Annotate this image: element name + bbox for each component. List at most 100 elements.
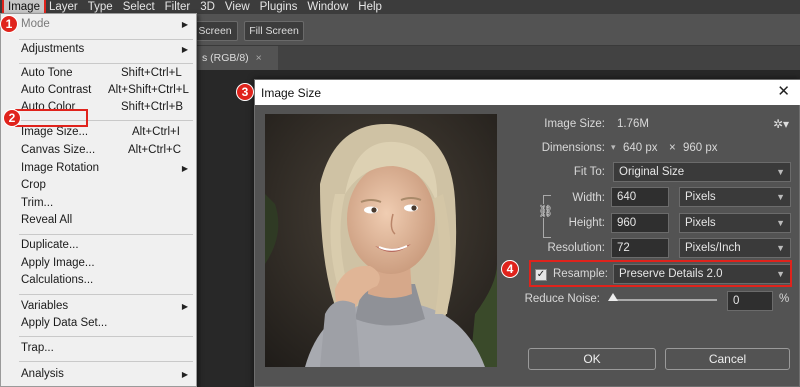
menu-item-calculations[interactable]: Calculations...	[1, 272, 196, 289]
menu-item-analysis[interactable]: Analysis ▶	[1, 366, 196, 383]
image-size-value: 1.76M	[617, 118, 649, 130]
menu-item-auto-contrast[interactable]: Auto Contrast Alt+Shift+Ctrl+L	[1, 82, 196, 99]
height-unit-value: Pixels	[685, 217, 716, 229]
resolution-input[interactable]: 72	[611, 238, 669, 258]
menu-item-label: Apply Data Set...	[21, 317, 108, 329]
fit-to-select[interactable]: Original Size ▼	[613, 162, 791, 182]
menu-item-label: Trim...	[21, 197, 54, 209]
menu-item-trim[interactable]: Trim...	[1, 195, 196, 212]
menu-item-label: Image Size...	[21, 126, 89, 138]
menu-separator	[19, 234, 193, 235]
menu-item-label: Calculations...	[21, 274, 94, 286]
submenu-arrow-icon: ▶	[181, 20, 188, 29]
width-label: Width:	[572, 192, 605, 204]
chain-link-icon[interactable]: ⛓	[538, 204, 554, 218]
image-size-dialog: Image Size ✕ Image Size: 1.76M ✲▾ Dimens…	[254, 79, 800, 387]
menu-layer[interactable]: Layer	[44, 0, 83, 14]
width-unit-value: Pixels	[685, 191, 716, 203]
dimensions-label: Dimensions:	[541, 142, 605, 154]
menu-item-label: Analysis	[21, 368, 64, 380]
menu-separator	[19, 39, 193, 40]
reduce-noise-slider-handle[interactable]	[608, 293, 618, 301]
step-badge-2: 2	[3, 109, 21, 127]
menu-item-auto-tone[interactable]: Auto Tone Shift+Ctrl+L	[1, 65, 196, 82]
menu-item-image-rotation[interactable]: Image Rotation ▶	[1, 160, 196, 177]
dimensions-width: 640 px	[623, 142, 658, 154]
width-input[interactable]: 640	[611, 187, 669, 207]
menu-item-variables[interactable]: Variables ▶	[1, 298, 196, 315]
resolution-unit-select[interactable]: Pixels/Inch ▼	[679, 238, 791, 258]
menu-separator	[19, 336, 193, 337]
menu-item-canvas-size[interactable]: Canvas Size... Alt+Ctrl+C	[1, 142, 196, 159]
menu-bar: Image Layer Type Select Filter 3D View P…	[0, 0, 800, 16]
menu-item-apply-data-set[interactable]: Apply Data Set...	[1, 315, 196, 332]
resolution-unit-value: Pixels/Inch	[685, 242, 741, 254]
menu-item-label: Image Rotation	[21, 162, 99, 174]
menu-item-reveal-all[interactable]: Reveal All	[1, 212, 196, 229]
menu-item-adjustments[interactable]: Adjustments ▶	[1, 41, 196, 58]
reduce-noise-unit: %	[779, 293, 790, 305]
menu-item-label: Apply Image...	[21, 257, 95, 269]
gear-icon[interactable]: ✲▾	[773, 117, 789, 131]
menu-item-label: Mode	[21, 18, 50, 30]
width-unit-select[interactable]: Pixels ▼	[679, 187, 791, 207]
document-tab[interactable]: s (RGB/8) ×	[196, 46, 278, 70]
menu-separator	[19, 63, 193, 64]
menu-item-label: Duplicate...	[21, 239, 79, 251]
menu-image[interactable]: Image	[2, 0, 46, 16]
menu-item-mode[interactable]: Mode ▶	[1, 16, 196, 33]
cancel-button[interactable]: Cancel	[665, 348, 790, 370]
submenu-arrow-icon: ▶	[181, 164, 188, 173]
height-input[interactable]: 960	[611, 213, 669, 233]
fill-screen-button[interactable]: Fill Screen	[244, 21, 304, 41]
tab-close-icon[interactable]: ×	[256, 52, 262, 64]
menu-help[interactable]: Help	[353, 0, 387, 14]
menu-item-label: Crop	[21, 179, 46, 191]
image-size-label: Image Size:	[544, 118, 605, 130]
menu-3d[interactable]: 3D	[195, 0, 220, 14]
menu-select[interactable]: Select	[118, 0, 160, 14]
menu-item-label: Trap...	[21, 342, 54, 354]
height-unit-select[interactable]: Pixels ▼	[679, 213, 791, 233]
screen-button[interactable]: Screen	[192, 21, 238, 41]
dimensions-height: 960 px	[683, 142, 718, 154]
dimensions-x: ×	[669, 142, 676, 154]
menu-item-label: Auto Contrast	[21, 84, 92, 96]
menu-separator	[19, 294, 193, 295]
menu-window[interactable]: Window	[302, 0, 353, 14]
document-tab-title: s (RGB/8)	[202, 52, 249, 64]
resolution-label: Resolution:	[547, 242, 605, 254]
dimensions-dropdown-icon[interactable]: ▾	[611, 142, 616, 153]
menu-filter[interactable]: Filter	[160, 0, 196, 14]
chevron-down-icon: ▼	[776, 218, 785, 228]
portrait-photo	[265, 114, 497, 367]
chevron-down-icon: ▼	[776, 167, 785, 177]
shortcut-label: Alt+Ctrl+C	[128, 144, 182, 156]
reduce-noise-slider-track[interactable]	[611, 299, 717, 301]
dialog-titlebar: Image Size ✕	[255, 80, 800, 105]
reduce-noise-label: Reduce Noise:	[524, 293, 600, 305]
menu-item-apply-image[interactable]: Apply Image...	[1, 255, 196, 272]
shortcut-label: Alt+Ctrl+I	[132, 126, 180, 138]
reduce-noise-input[interactable]: 0	[727, 291, 773, 311]
menu-item-duplicate[interactable]: Duplicate...	[1, 237, 196, 254]
shortcut-label: Shift+Ctrl+L	[121, 67, 182, 79]
menu-view[interactable]: View	[220, 0, 255, 14]
ok-button[interactable]: OK	[528, 348, 656, 370]
image-preview	[265, 114, 497, 367]
chevron-down-icon: ▼	[776, 243, 785, 253]
image-size-highlight	[15, 109, 88, 127]
step-badge-4: 4	[501, 260, 519, 278]
submenu-arrow-icon: ▶	[181, 302, 188, 311]
menu-item-label: Adjustments	[21, 43, 85, 55]
close-icon[interactable]: ✕	[777, 82, 790, 100]
menu-item-trap[interactable]: Trap...	[1, 340, 196, 357]
shortcut-label: Shift+Ctrl+B	[121, 101, 183, 113]
menu-type[interactable]: Type	[83, 0, 118, 14]
height-label: Height:	[568, 217, 605, 229]
step-badge-1: 1	[0, 15, 18, 33]
resample-highlight	[529, 260, 792, 287]
menu-item-crop[interactable]: Crop	[1, 177, 196, 194]
menu-plugins[interactable]: Plugins	[255, 0, 303, 14]
menu-item-label: Auto Tone	[21, 67, 73, 79]
